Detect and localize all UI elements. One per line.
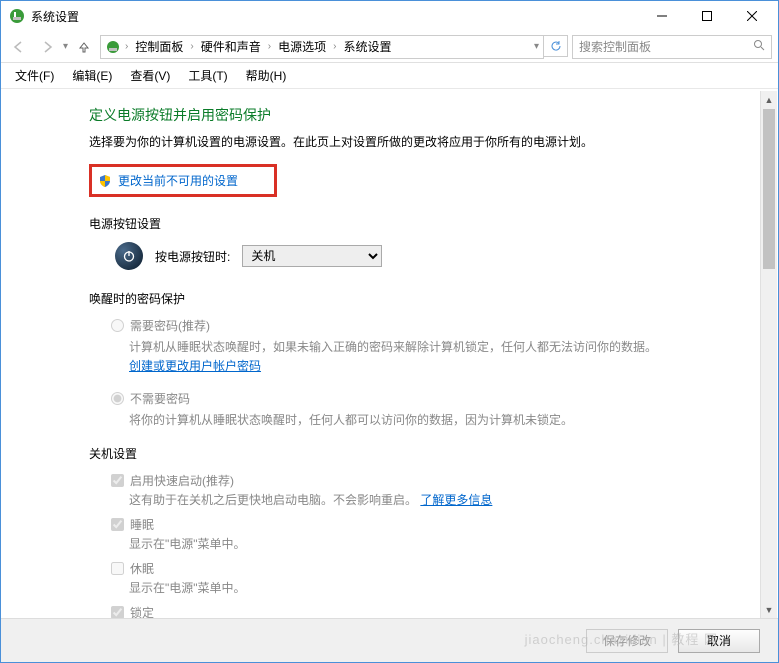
crumb-power-options[interactable]: 电源选项 (275, 36, 329, 57)
chevron-right-icon: › (190, 41, 193, 52)
menu-tools[interactable]: 工具(T) (180, 64, 235, 87)
shield-icon (98, 174, 112, 188)
need-password-label: 需要密码(推荐) (130, 317, 210, 334)
press-power-label: 按电源按钮时: (155, 248, 230, 265)
chevron-right-icon: › (125, 41, 128, 52)
minimize-button[interactable] (639, 2, 684, 30)
need-password-input (111, 319, 124, 332)
menu-view[interactable]: 查看(V) (122, 64, 178, 87)
menu-edit[interactable]: 编辑(E) (64, 64, 120, 87)
close-button[interactable] (729, 2, 774, 30)
fast-startup-desc: 这有助于在关机之后更快地启动电脑。不会影响重启。 了解更多信息 (129, 491, 778, 508)
page-description: 选择要为你的计算机设置的电源设置。在此页上对设置所做的更改将应用于你所有的电源计… (89, 133, 778, 150)
sleep-label: 睡眠 (130, 516, 154, 533)
scroll-up-icon[interactable]: ▲ (761, 91, 777, 108)
no-password-radio: 不需要密码 (111, 390, 778, 407)
menu-file[interactable]: 文件(F) (7, 64, 62, 87)
lock-input (111, 606, 124, 618)
fast-startup-input (111, 474, 124, 487)
change-unavailable-label: 更改当前不可用的设置 (118, 172, 238, 189)
forward-button[interactable] (35, 35, 59, 59)
crumb-control-panel[interactable]: 控制面板 (132, 36, 186, 57)
lock-check: 锁定 (111, 604, 778, 618)
power-icon (115, 242, 143, 270)
hibernate-check: 休眠 (111, 560, 778, 577)
titlebar: 系统设置 (1, 1, 778, 31)
fast-startup-check: 启用快速启动(推荐) (111, 472, 778, 489)
power-button-section: 电源按钮设置 (89, 215, 778, 232)
no-password-desc: 将你的计算机从睡眠状态唤醒时，任何人都可以访问你的数据，因为计算机未锁定。 (129, 411, 669, 430)
nav-row: ▾ › 控制面板 › 硬件和声音 › 电源选项 › 系统设置 ▾ 搜索控制面板 (1, 31, 778, 63)
page-title: 定义电源按钮并启用密码保护 (89, 105, 778, 125)
address-bar[interactable]: › 控制面板 › 硬件和声音 › 电源选项 › 系统设置 ▾ (100, 35, 544, 59)
watermark: jiaocheng.chazidian | 教程 网 (525, 629, 718, 648)
search-input[interactable]: 搜索控制面板 (572, 35, 772, 59)
addr-icon (105, 39, 121, 55)
sleep-desc: 显示在"电源"菜单中。 (129, 535, 778, 552)
scroll-thumb[interactable] (763, 109, 775, 269)
sleep-check: 睡眠 (111, 516, 778, 533)
need-password-desc: 计算机从睡眠状态唤醒时，如果未输入正确的密码来解除计算机锁定，任何人都无法访问你… (129, 338, 669, 376)
up-button[interactable] (72, 35, 96, 59)
recent-locations-button[interactable]: ▾ (63, 41, 68, 52)
content-area: 定义电源按钮并启用密码保护 选择要为你的计算机设置的电源设置。在此页上对设置所做… (1, 91, 778, 618)
lock-label: 锁定 (130, 604, 154, 618)
learn-more-link[interactable]: 了解更多信息 (420, 493, 492, 507)
chevron-right-icon: › (268, 41, 271, 52)
shutdown-section: 关机设置 (89, 445, 778, 462)
crumb-system-settings[interactable]: 系统设置 (340, 36, 394, 57)
refresh-button[interactable] (544, 35, 568, 57)
no-password-label: 不需要密码 (130, 390, 190, 407)
wake-password-section: 唤醒时的密码保护 (89, 290, 778, 307)
menu-help[interactable]: 帮助(H) (238, 64, 295, 87)
back-button[interactable] (7, 35, 31, 59)
crumb-hardware-sound[interactable]: 硬件和声音 (198, 36, 264, 57)
maximize-button[interactable] (684, 2, 729, 30)
scroll-down-icon[interactable]: ▼ (761, 601, 777, 618)
no-password-input (111, 392, 124, 405)
vertical-scrollbar[interactable]: ▲ ▼ (760, 91, 777, 618)
search-placeholder: 搜索控制面板 (579, 38, 651, 55)
create-password-link[interactable]: 创建或更改用户帐户密码 (129, 359, 261, 373)
hibernate-input (111, 562, 124, 575)
change-unavailable-link[interactable]: 更改当前不可用的设置 (89, 164, 277, 197)
hibernate-label: 休眠 (130, 560, 154, 577)
power-button-row: 按电源按钮时: 关机 (115, 242, 778, 270)
app-icon (9, 8, 25, 24)
hibernate-desc: 显示在"电源"菜单中。 (129, 579, 778, 596)
fast-startup-label: 启用快速启动(推荐) (130, 472, 234, 489)
need-password-radio: 需要密码(推荐) (111, 317, 778, 334)
sleep-input (111, 518, 124, 531)
menu-bar: 文件(F) 编辑(E) 查看(V) 工具(T) 帮助(H) (1, 63, 778, 89)
press-power-select[interactable]: 关机 (242, 245, 382, 267)
chevron-down-icon[interactable]: ▾ (534, 41, 539, 52)
chevron-right-icon: › (333, 41, 336, 52)
search-icon (753, 39, 765, 54)
window-title: 系统设置 (31, 8, 639, 25)
